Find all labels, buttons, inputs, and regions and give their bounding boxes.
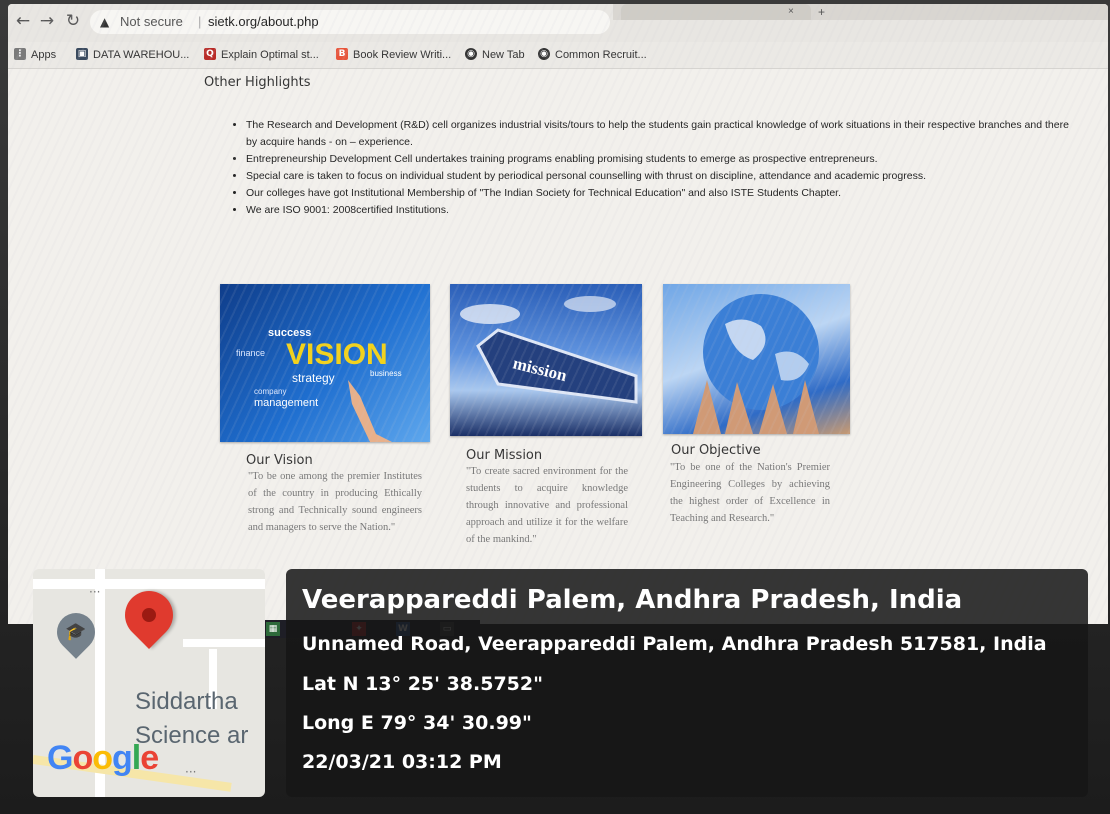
word-finance: finance	[236, 348, 265, 358]
list-item: We are ISO 9001: 2008certified Instituti…	[246, 202, 1076, 219]
geotag-overlay: Veerappareddi Palem, Andhra Pradesh, Ind…	[286, 569, 1088, 797]
list-item: Our colleges have got Institutional Memb…	[246, 185, 1076, 202]
address-separator: |	[198, 14, 202, 29]
bookmarks-bar: ⋮ Apps ▣ DATA WAREHOU... Q Explain Optimal …	[8, 42, 1108, 69]
mission-sign: mission	[460, 296, 638, 404]
objective-title: Our Objective	[671, 443, 761, 458]
word-business: strategy	[292, 371, 335, 385]
vision-image: success finance VISION business strategy…	[220, 284, 430, 442]
bookmark-data-warehouse[interactable]: ▣ DATA WAREHOU...	[76, 42, 189, 68]
latitude-readout: Lat N 13° 25' 38.5752"	[302, 673, 544, 695]
mission-title: Our Mission	[466, 448, 543, 463]
new-tab-icon[interactable]: +	[818, 4, 825, 20]
globe-illustration	[693, 294, 819, 434]
objective-image	[663, 284, 850, 434]
browser-toolbar: ← → ↻ ▲ Not secure | sietk.org/about.php…	[8, 4, 1108, 43]
bookmark-book-review[interactable]: B Book Review Writi...	[336, 42, 451, 68]
google-logo-letter: G	[47, 739, 73, 777]
bookmark-explain-optimal[interactable]: Q Explain Optimal st...	[204, 42, 319, 68]
reload-icon[interactable]: ↻	[62, 10, 84, 32]
back-icon[interactable]: ←	[12, 10, 34, 32]
word-strategy: business	[370, 369, 402, 378]
place-name: Veerappareddi Palem, Andhra Pradesh, Ind…	[302, 585, 963, 615]
more-dots-icon: ···	[89, 585, 101, 599]
forward-icon[interactable]: →	[36, 10, 58, 32]
mission-text: "To create sacred environment for the st…	[466, 466, 628, 545]
word-company: company	[254, 387, 286, 396]
word-management: management	[254, 397, 318, 409]
google-logo-letter: e	[140, 739, 159, 777]
google-logo-letter: o	[72, 739, 93, 777]
vision-title: Our Vision	[246, 453, 313, 468]
vision-word-cloud: success finance VISION business strategy…	[236, 327, 402, 442]
address-bar[interactable]: ▲ Not secure | sietk.org/about.php	[90, 10, 610, 34]
timestamp: 22/03/21 03:12 PM	[302, 751, 502, 773]
street-address: Unnamed Road, Veerappareddi Palem, Andhr…	[302, 633, 1047, 655]
longitude-readout: Long E 79° 34' 30.99"	[302, 712, 532, 734]
globe-icon: ◉	[465, 48, 477, 61]
monitor-screen: ← → ↻ ▲ Not secure | sietk.org/about.php…	[8, 4, 1108, 624]
close-tab-icon[interactable]: ×	[788, 4, 794, 20]
objective-text: "To be one of the Nation's Premier Engin…	[670, 462, 830, 524]
tab-strip: × +	[613, 4, 1108, 20]
more-dots-icon: ···	[185, 765, 197, 779]
bookmark-apps[interactable]: ⋮ Apps	[14, 42, 56, 68]
vision-text: "To be one among the premier Institutes …	[248, 471, 422, 533]
blogger-icon: B	[336, 48, 348, 61]
mission-image: mission	[450, 284, 642, 436]
location-map: ··· ··· 🎓 Siddartha Science ar Google	[33, 569, 265, 797]
google-logo-letter: g	[112, 739, 133, 777]
quora-icon: Q	[204, 48, 216, 61]
google-logo: Google	[47, 739, 159, 778]
google-logo-letter: o	[92, 739, 113, 777]
location-pin-icon	[115, 581, 183, 649]
map-place-label: Siddartha	[135, 688, 238, 715]
bookmark-site-icon: ▣	[76, 48, 88, 61]
taskbar-app-icon[interactable]: ▦	[266, 622, 280, 636]
globe-icon: ◉	[538, 48, 550, 61]
browser-tab[interactable]	[621, 4, 811, 20]
bookmark-common-recruit[interactable]: ◉ Common Recruit...	[538, 42, 647, 68]
security-label: Not secure	[120, 14, 183, 29]
list-item: The Research and Development (R&D) cell …	[246, 117, 1076, 151]
list-item: Special care is taken to focus on indivi…	[246, 168, 1076, 185]
highlights-list: The Research and Development (R&D) cell …	[230, 117, 1076, 219]
word-vision: VISION	[286, 338, 388, 371]
page-content: Other Highlights The Research and Develo…	[8, 69, 1108, 624]
apps-grid-icon: ⋮	[14, 48, 26, 61]
bookmark-new-tab[interactable]: ◉ New Tab	[465, 42, 525, 68]
school-pin-icon: 🎓	[49, 605, 103, 659]
google-logo-letter: l	[131, 739, 142, 777]
warning-icon: ▲	[100, 15, 110, 29]
section-title: Other Highlights	[204, 75, 311, 90]
pointing-hand-shape	[348, 380, 392, 442]
list-item: Entrepreneurship Development Cell undert…	[246, 151, 1076, 168]
url-text: sietk.org/about.php	[208, 14, 319, 29]
